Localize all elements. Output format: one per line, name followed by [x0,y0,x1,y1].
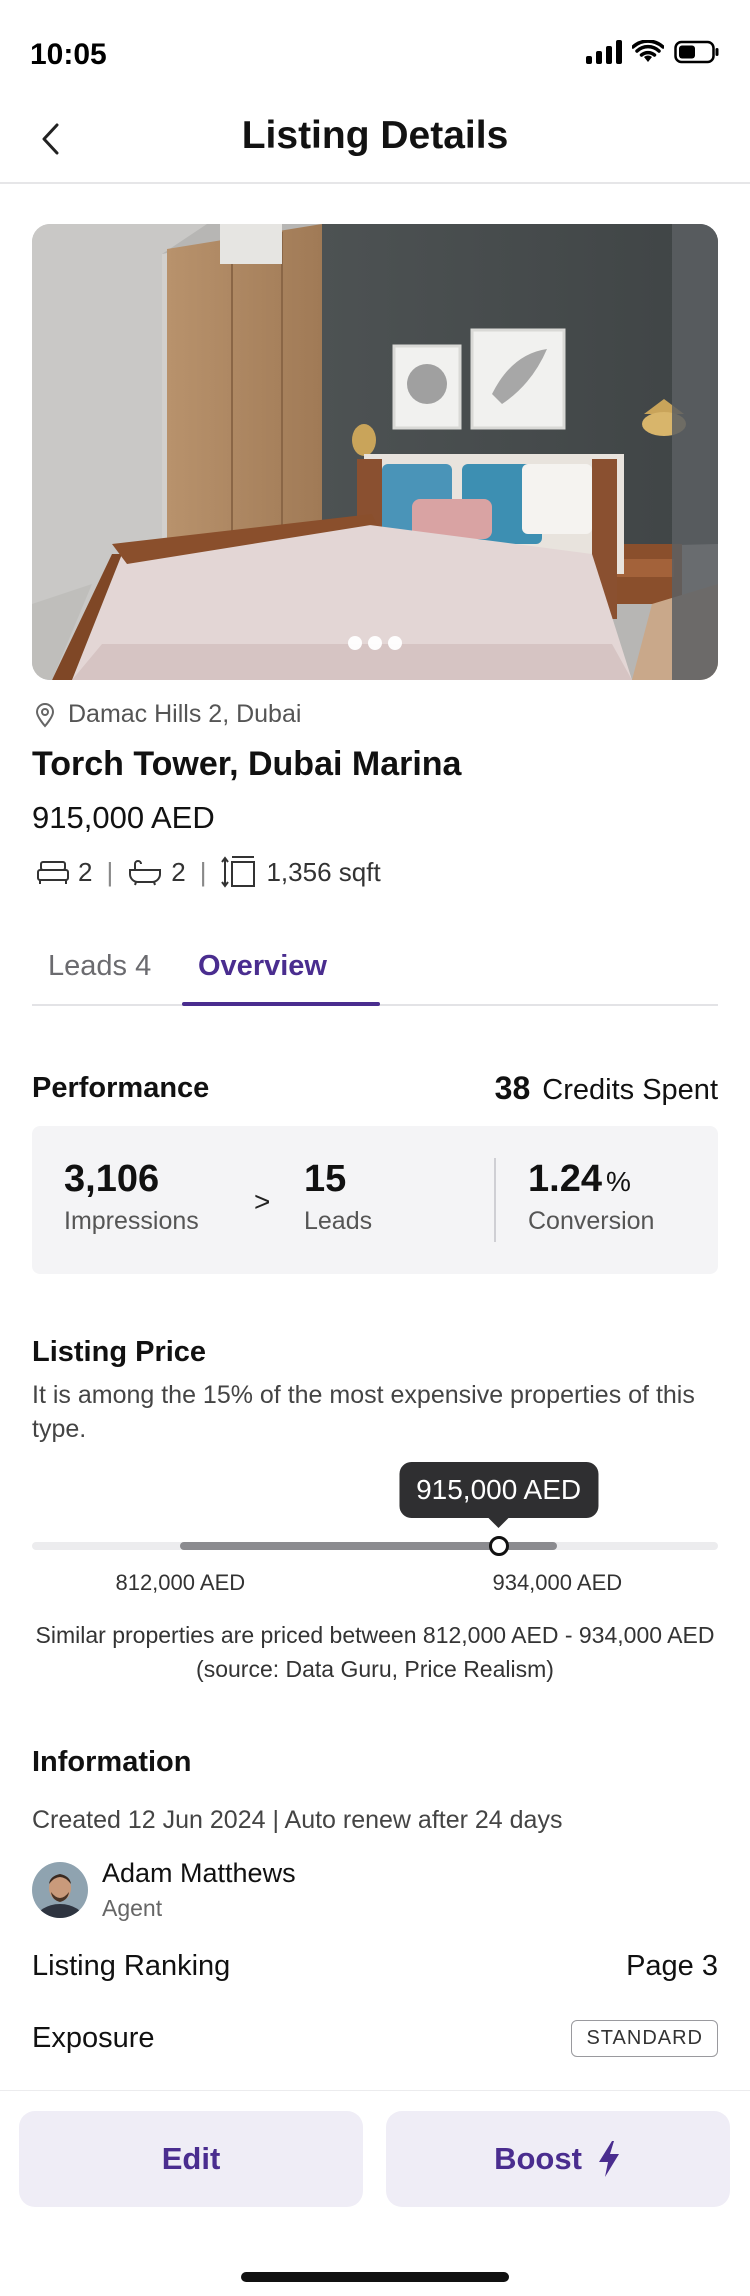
bedroom-photo [32,224,718,680]
funnel-arrow: > [254,1186,271,1217]
page-title: Listing Details [241,114,509,157]
bath-icon [129,860,162,886]
edit-button[interactable]: Edit [19,2111,363,2207]
similar-properties-note: Similar properties are priced between 81… [35,1622,715,1682]
conversion-unit: % [605,1166,631,1197]
bedrooms-count: 2 [78,856,93,887]
metric-divider [494,1158,496,1242]
performance-heading: Performance [32,1072,210,1104]
location-text: Damac Hills 2, Dubai [68,700,302,728]
exposure-badge: STANDARD [571,2020,718,2057]
conversion-label: Conversion [528,1207,655,1235]
edit-button-label: Edit [161,2141,221,2176]
price-slider-thumb[interactable] [488,1536,509,1556]
price-tooltip: 915,000 AED [399,1462,599,1528]
exposure-label: Exposure [32,2022,155,2054]
listing-tabs: Leads 4 Overview [32,936,718,1006]
bottom-action-bar: Edit Boost [0,2090,750,2296]
leads-label: Leads [304,1207,373,1235]
boost-button-label: Boost [494,2141,582,2176]
spec-separator: | [199,856,207,887]
tab-overview[interactable]: Overview [198,950,327,983]
location-pin-icon [35,702,55,728]
listing-ranking-label: Listing Ranking [32,1950,231,1982]
impressions-value: 3,106 [64,1158,160,1200]
status-time: 10:05 [30,38,107,71]
leads-value: 15 [304,1158,347,1200]
spec-area: 1,356 sqft [220,854,381,890]
listing-photo-carousel[interactable] [32,224,718,680]
listing-price-heading: Listing Price [32,1336,207,1368]
bolt-icon [598,2141,619,2177]
conversion-value-row: 1.24% [528,1158,654,1201]
carousel-dot[interactable] [388,636,402,650]
home-indicator [241,2272,509,2282]
nav-bar: Listing Details [0,100,750,184]
agent-role: Agent [102,1895,163,1921]
listing-price: 915,000 AED [32,800,215,835]
impressions-label: Impressions [64,1207,199,1235]
battery-icon [674,40,719,64]
listing-location: Damac Hills 2, Dubai [34,700,301,729]
listing-price-description: It is among the 15% of the most expensiv… [32,1381,695,1443]
conversion-value: 1.24 [528,1158,602,1200]
performance-card: 3,106 Impressions > 15 Leads 1.24% Conve… [32,1126,718,1274]
agent-card[interactable]: Adam Matthews Agent [32,1858,296,1922]
credits-label: Credits Spent [542,1074,718,1106]
listing-specs: 2 | 2 | 1,356 sqft [36,854,381,890]
bed-icon [37,861,69,884]
carousel-dot[interactable] [348,636,362,650]
tab-leads[interactable]: Leads 4 [48,950,151,983]
price-range-min-label: 812,000 AED [115,1570,246,1595]
signal-icon [586,40,622,64]
area-icon [221,856,256,888]
agent-photo [32,1862,88,1918]
spec-separator: | [106,856,114,887]
spec-bathrooms: 2 [127,856,186,888]
information-heading: Information [32,1746,192,1778]
wifi-icon [632,40,664,62]
leads-metric: 15 Leads [304,1158,372,1236]
agent-details: Adam Matthews Agent [102,1858,296,1922]
bathrooms-count: 2 [171,856,186,887]
conversion-metric: 1.24% Conversion [528,1158,654,1236]
price-range-track [32,1536,718,1556]
credits-value: 38 [494,1070,531,1106]
avatar [32,1862,88,1918]
carousel-dot[interactable] [368,636,382,650]
status-icons [586,40,720,64]
credits-spent: 38 Credits Spent [495,1070,718,1107]
carousel-dots[interactable] [348,636,402,650]
area-value: 1,356 sqft [266,856,381,887]
price-range-max-label: 934,000 AED [492,1570,623,1595]
boost-button[interactable]: Boost [386,2111,730,2207]
spec-bedrooms: 2 [36,857,92,888]
listing-title: Torch Tower, Dubai Marina [32,745,462,783]
impressions-metric: 3,106 Impressions [64,1158,199,1236]
agent-name: Adam Matthews [102,1858,296,1888]
status-bar: 10:05 [0,0,750,110]
created-info: Created 12 Jun 2024 | Auto renew after 2… [32,1806,563,1834]
active-tab-indicator [182,1002,380,1006]
listing-ranking-value: Page 3 [626,1950,718,1982]
